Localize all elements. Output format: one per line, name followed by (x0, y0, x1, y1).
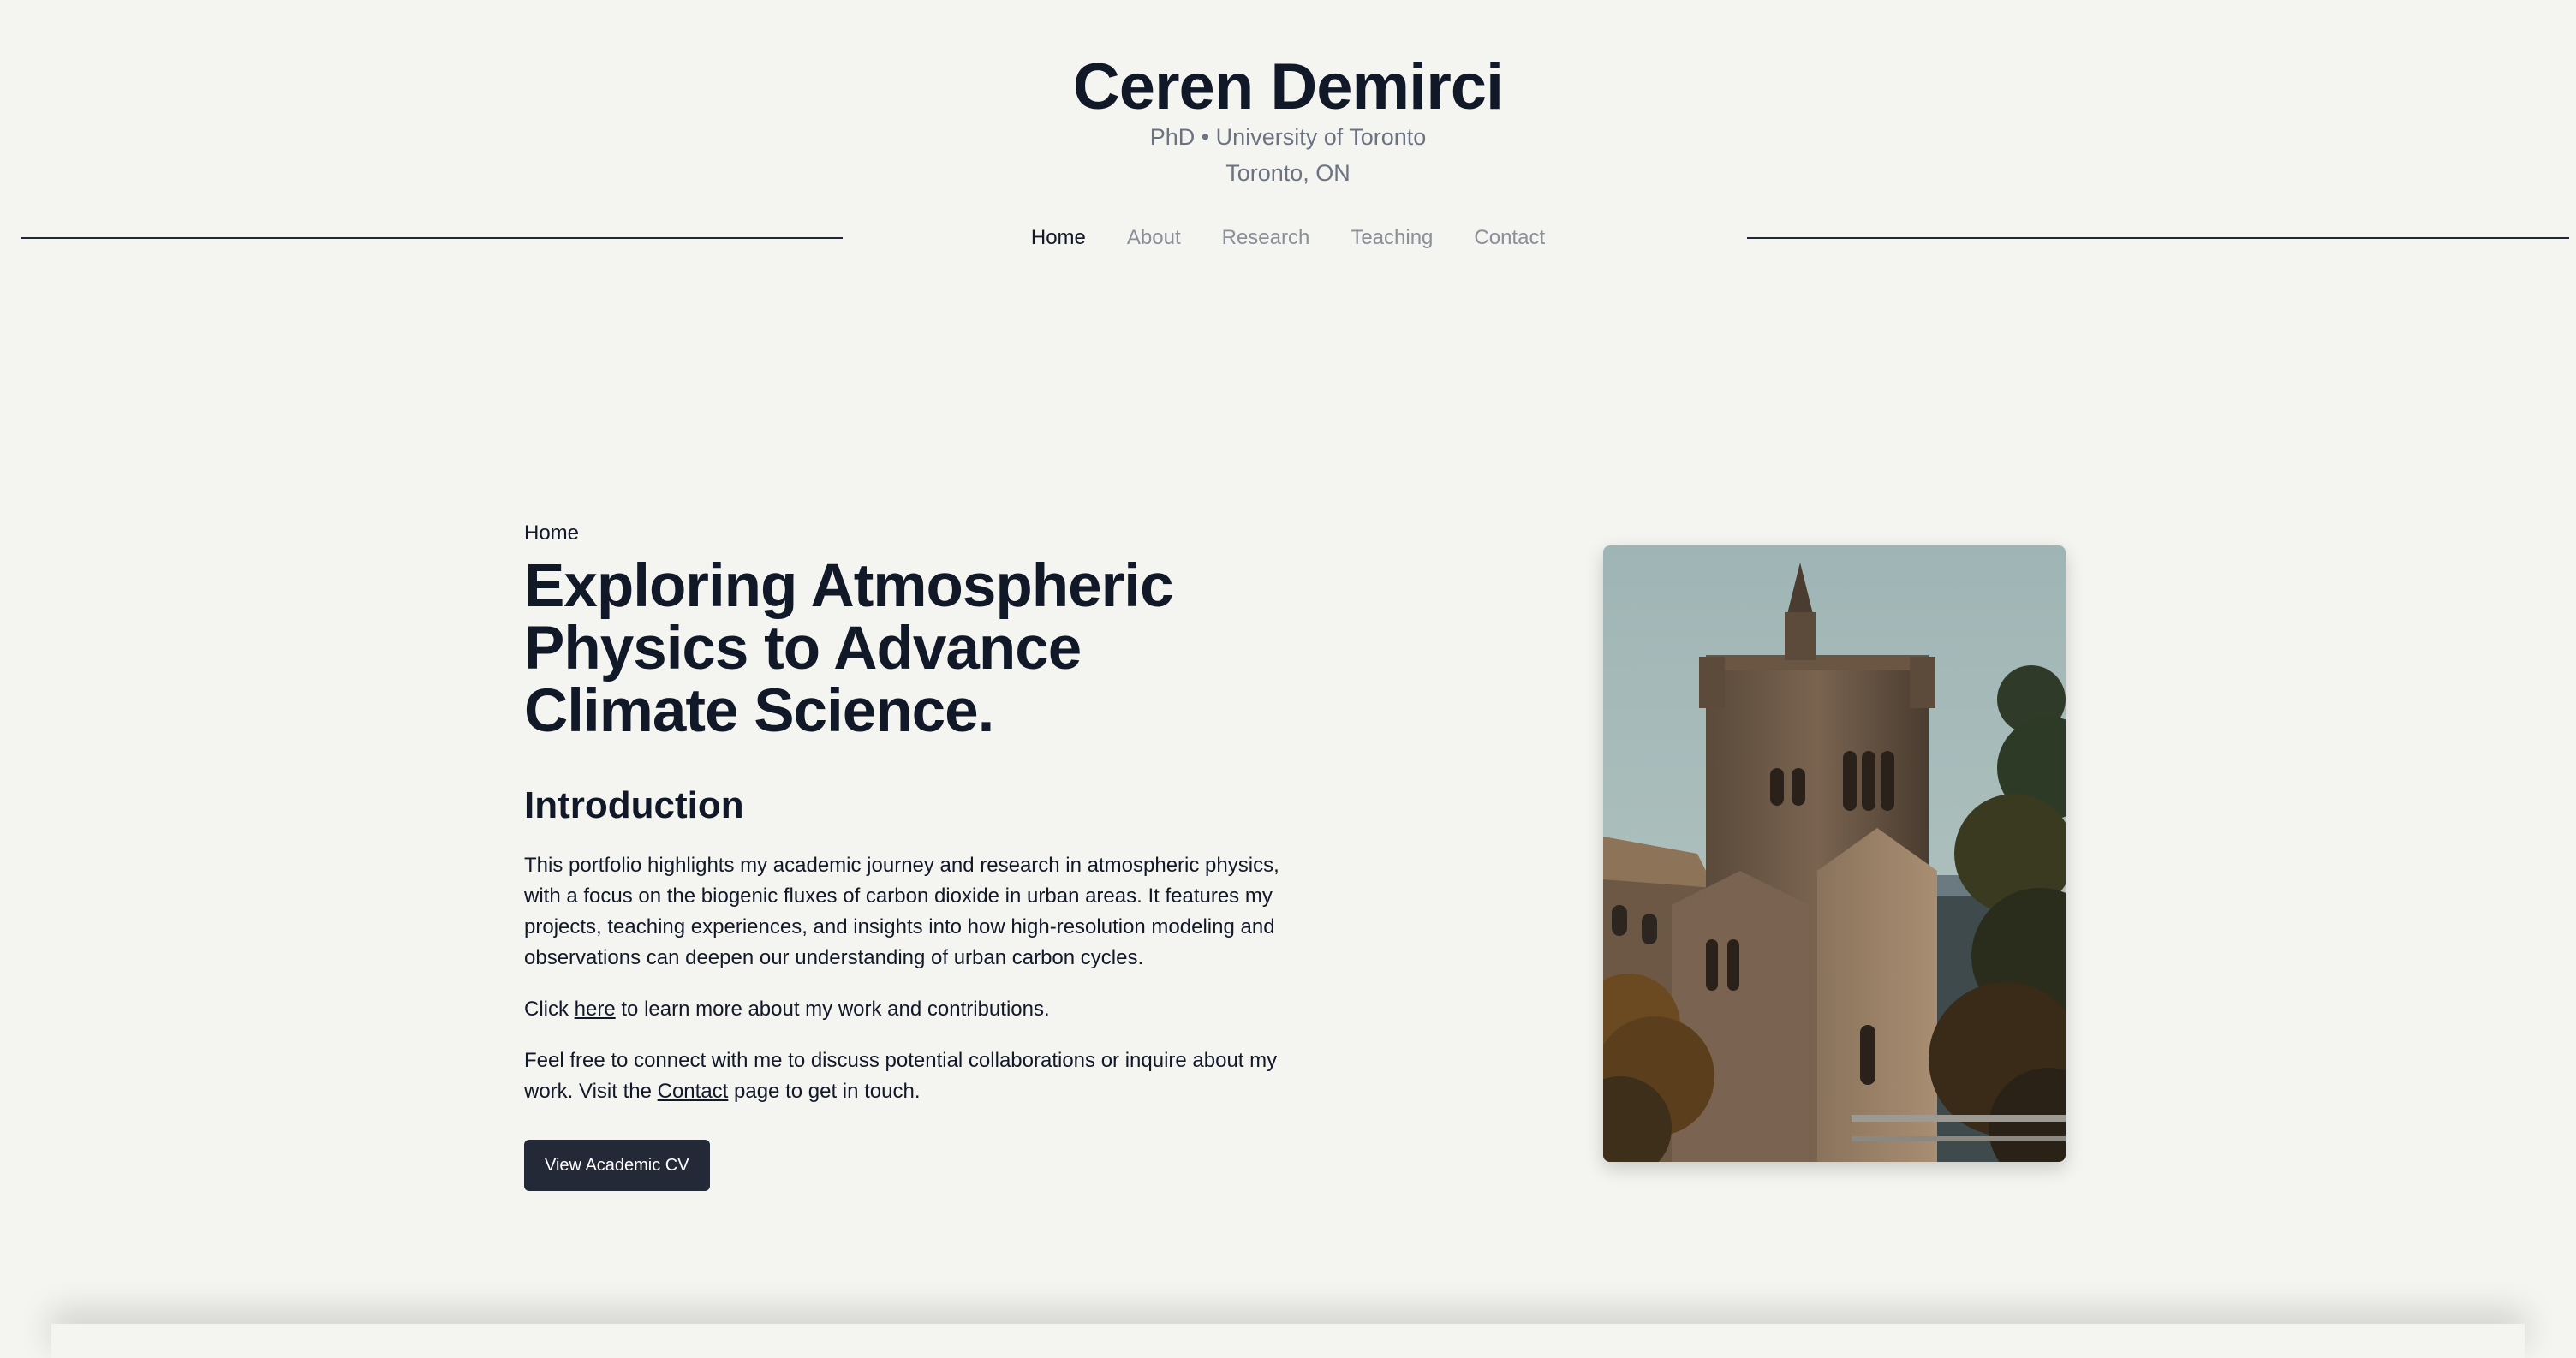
learn-more-paragraph: Click here to learn more about my work a… (524, 994, 1286, 1025)
here-link[interactable]: here (575, 998, 616, 1021)
nav-research-link[interactable]: Research (1222, 223, 1310, 253)
bottom-panel-edge (51, 1324, 2525, 1358)
nav-home-link[interactable]: Home (1031, 223, 1086, 253)
nav-teaching-link[interactable]: Teaching (1351, 223, 1433, 253)
site-header: Ceren Demirci PhD • University of Toront… (0, 0, 2576, 274)
connect-suffix: page to get in touch. (728, 1080, 921, 1103)
contact-link[interactable]: Contact (658, 1080, 729, 1103)
location-line: Toronto, ON (1225, 160, 1351, 186)
learn-more-prefix: Click (524, 998, 575, 1021)
university-tower-photo (1603, 545, 2066, 1162)
view-cv-button[interactable]: View Academic CV (524, 1140, 710, 1191)
university-tower-illustration (1603, 545, 2066, 1162)
breadcrumb: Home (524, 521, 580, 545)
degree-line: PhD • University of Toronto (1149, 124, 1427, 150)
main-nav: Home About Research Teaching Contact (0, 223, 2576, 253)
nav-about-link[interactable]: About (1127, 223, 1181, 253)
intro-paragraph: This portfolio highlights my academic jo… (524, 854, 1279, 969)
main-content: Home Exploring Atmospheric Physics to Ad… (524, 519, 1286, 1191)
intro-heading: Introduction (524, 784, 744, 826)
site-name: Ceren Demirci (1072, 51, 1504, 123)
learn-more-suffix: to learn more about my work and contribu… (615, 998, 1050, 1021)
nav-contact-link[interactable]: Contact (1474, 223, 1545, 253)
connect-paragraph: Feel free to connect with me to discuss … (524, 1045, 1286, 1107)
hero-title: Exploring Atmospheric Physics to Advance… (524, 552, 1173, 745)
